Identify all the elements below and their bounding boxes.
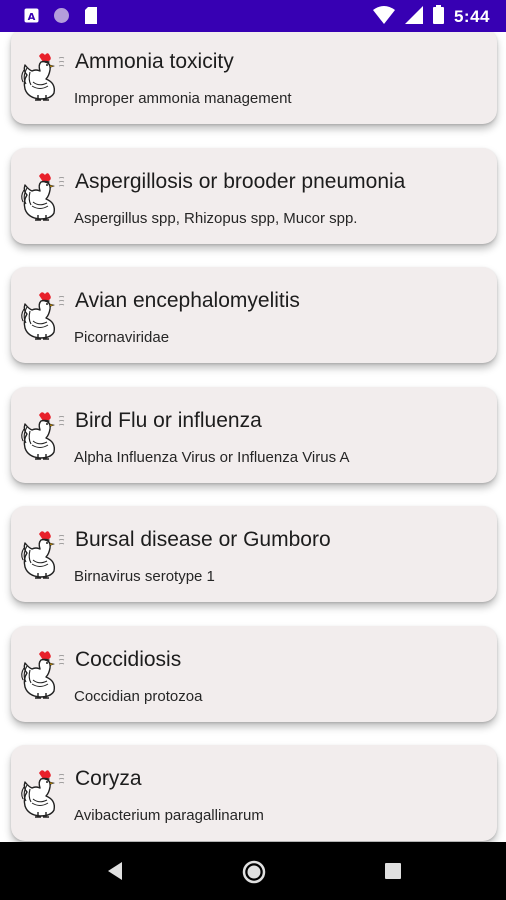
disease-title: Coccidiosis — [75, 648, 182, 671]
disease-card-avian-encephalomyelitis[interactable]: Avian encephalomyelitis Picornaviridae — [11, 267, 497, 363]
disease-cause: Aspergillus spp, Rhizopus spp, Mucor spp… — [74, 210, 358, 227]
rooster-icon — [19, 289, 67, 341]
disease-cause: Birnavirus serotype 1 — [74, 568, 215, 585]
disease-title: Ammonia toxicity — [75, 50, 234, 73]
wifi-icon — [372, 5, 395, 29]
disease-card-bursal-disease[interactable]: Bursal disease or Gumboro Birnavirus ser… — [11, 506, 497, 602]
disease-card-coryza[interactable]: Coryza Avibacterium paragallinarum — [11, 745, 497, 841]
home-icon[interactable] — [242, 860, 266, 889]
disease-card-coccidiosis[interactable]: Coccidiosis Coccidian protozoa — [11, 626, 497, 722]
rooster-icon — [19, 648, 67, 700]
rooster-icon — [19, 170, 67, 222]
rooster-icon — [19, 50, 67, 102]
recents-icon[interactable] — [385, 863, 401, 884]
status-bar: A 5:44 — [0, 0, 506, 32]
status-time: 5:44 — [453, 7, 490, 26]
disease-list[interactable]: Ammonia toxicity Improper ammonia manage… — [0, 32, 506, 842]
disease-cause: Picornaviridae — [74, 329, 170, 346]
back-icon[interactable] — [106, 861, 124, 886]
circle-icon — [53, 7, 70, 29]
disease-cause: Coccidian protozoa — [74, 688, 203, 705]
rooster-icon — [19, 528, 67, 580]
sd-card-icon — [84, 7, 98, 29]
battery-icon — [432, 5, 444, 29]
disease-title: Aspergillosis or brooder pneumonia — [75, 170, 406, 193]
disease-card-aspergillosis[interactable]: Aspergillosis or brooder pneumonia Asper… — [11, 148, 497, 244]
disease-title: Avian encephalomyelitis — [75, 289, 300, 312]
rooster-icon — [19, 767, 67, 819]
disease-title: Bursal disease or Gumboro — [75, 528, 331, 551]
disease-title: Coryza — [75, 767, 142, 790]
signal-icon — [404, 5, 423, 29]
text-a-icon: A — [24, 8, 39, 28]
disease-card-bird-flu[interactable]: Bird Flu or influenza Alpha Influenza Vi… — [11, 387, 497, 483]
disease-cause: Avibacterium paragallinarum — [74, 807, 264, 824]
disease-cause: Improper ammonia management — [74, 90, 292, 107]
svg-text:A: A — [28, 12, 36, 23]
disease-card-ammonia-toxicity[interactable]: Ammonia toxicity Improper ammonia manage… — [11, 32, 497, 124]
rooster-icon — [19, 409, 67, 461]
navigation-bar — [0, 842, 506, 900]
disease-title: Bird Flu or influenza — [75, 409, 262, 432]
disease-cause: Alpha Influenza Virus or Influenza Virus… — [74, 449, 350, 466]
